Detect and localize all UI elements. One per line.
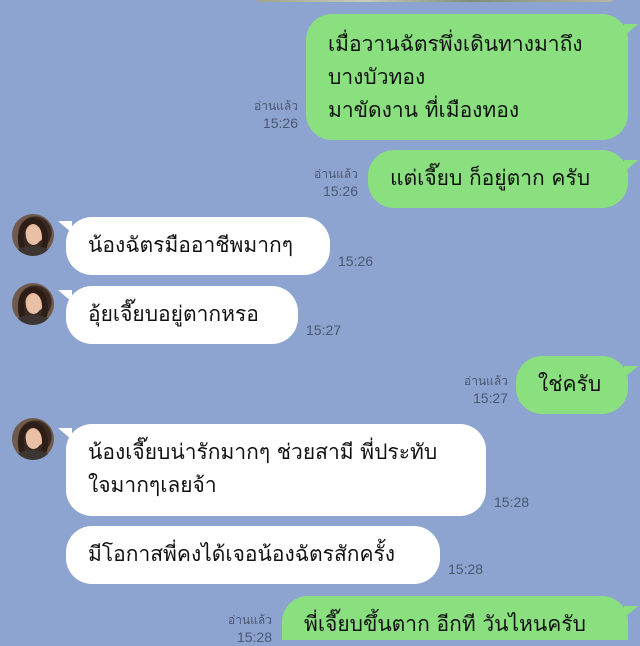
message-text-line: ใจมากๆเลยจ้า: [88, 473, 217, 497]
chat-bubble-outgoing[interactable]: แต่เจี๊ยบ ก็อยู่ตาก ครับ: [368, 150, 628, 208]
message-text-line: เมื่อวานฉัตรพึ่งเดินทางมาถึง: [328, 32, 583, 56]
message-status: อ่านแล้ว 15:28: [204, 612, 272, 646]
message-text-line: อุ้ยเจี๊ยบอยู่ตากหรอ: [88, 302, 259, 326]
bubble-tail: [624, 24, 638, 36]
message-time: 15:28: [236, 629, 272, 645]
bubble-tail: [624, 160, 638, 172]
message-time: 15:26: [338, 253, 374, 269]
message-text-line: ใช่ครับ: [538, 372, 602, 396]
avatar-face: [26, 226, 41, 245]
message-status: อ่านแล้ว 15:26: [290, 166, 358, 200]
avatar-shirt: [16, 246, 50, 256]
read-receipt: อ่านแล้ว: [314, 167, 358, 181]
message-text-line: บางบัวทอง: [328, 65, 426, 89]
avatar-face: [26, 430, 41, 449]
message-time: 15:26: [322, 183, 358, 199]
bubble-tail: [624, 366, 638, 378]
avatar-face: [26, 295, 41, 314]
message-text-line: มาขัดงาน ที่เมืองทอง: [328, 98, 520, 122]
message-text-line: มีโอกาสพี่คงได้เจอน้องฉัตรสักครั้ง: [88, 542, 396, 566]
contact-avatar[interactable]: [12, 283, 54, 325]
chat-bubble-outgoing[interactable]: ใช่ครับ: [516, 356, 628, 414]
shared-image-bottom-edge[interactable]: [255, 0, 615, 2]
message-status: อ่านแล้ว 15:27: [440, 373, 508, 407]
chat-bubble-incoming[interactable]: น้องเจี๊ยบน่ารักมากๆ ช่วยสามี พี่ประทับ …: [66, 424, 486, 516]
message-time: 15:28: [448, 561, 484, 577]
contact-avatar[interactable]: [12, 418, 54, 460]
message-time: 15:26: [262, 115, 298, 131]
message-time: 15:28: [494, 494, 530, 510]
avatar-shirt: [16, 450, 50, 460]
message-text-line: แต่เจี๊ยบ ก็อยู่ตาก ครับ: [390, 166, 591, 190]
chat-bubble-outgoing[interactable]: พี่เจี๊ยบขึ้นตาก อีกที วันไหนครับ: [282, 596, 628, 640]
message-text-line: น้องฉัตรมืออาชีพมากๆ: [88, 233, 294, 257]
read-receipt: อ่านแล้ว: [464, 374, 508, 388]
chat-bubble-incoming[interactable]: น้องฉัตรมืออาชีพมากๆ: [66, 217, 330, 275]
message-text-line: พี่เจี๊ยบขึ้นตาก อีกที วันไหนครับ: [304, 612, 586, 636]
message-text-line: น้องเจี๊ยบน่ารักมากๆ ช่วยสามี พี่ประทับ: [88, 440, 438, 464]
contact-avatar[interactable]: [12, 214, 54, 256]
read-receipt: อ่านแล้ว: [228, 613, 272, 627]
chat-bubble-incoming[interactable]: มีโอกาสพี่คงได้เจอน้องฉัตรสักครั้ง: [66, 526, 440, 584]
message-status: อ่านแล้ว 15:26: [230, 98, 298, 132]
message-time: 15:27: [306, 322, 342, 338]
bubble-tail: [624, 606, 638, 618]
read-receipt: อ่านแล้ว: [254, 99, 298, 113]
message-time: 15:27: [472, 390, 508, 406]
chat-bubble-incoming[interactable]: อุ้ยเจี๊ยบอยู่ตากหรอ: [66, 286, 298, 344]
avatar-shirt: [16, 315, 50, 325]
chat-bubble-outgoing[interactable]: เมื่อวานฉัตรพึ่งเดินทางมาถึง บางบัวทอง ม…: [306, 14, 628, 140]
